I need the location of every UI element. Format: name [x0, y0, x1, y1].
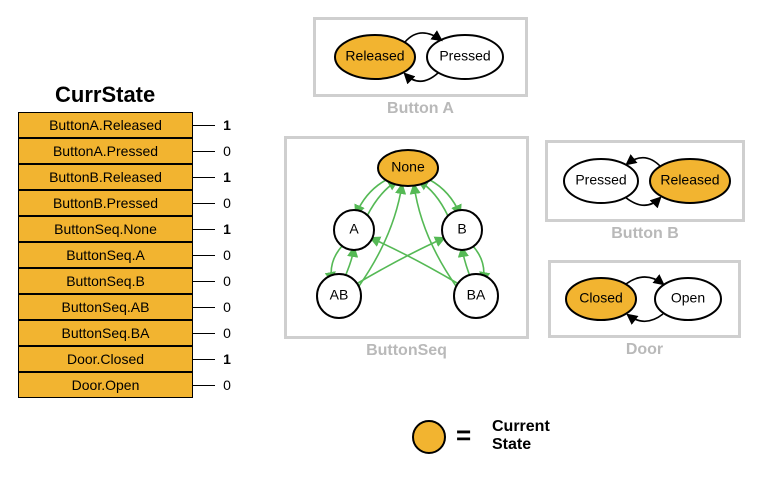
state-row: ButtonSeq.AB 0 [18, 294, 235, 320]
fsm-label-button-a: Button A [313, 100, 528, 118]
state-value: 1 [219, 169, 235, 185]
legend-line1: Current [492, 418, 550, 435]
state-value: 1 [219, 117, 235, 133]
legend-swatch [412, 420, 446, 454]
arrow-to-open [626, 277, 663, 284]
state-lead-line [193, 255, 215, 256]
legend-line2: State [492, 436, 531, 453]
state-lead-line [193, 281, 215, 282]
state-value: 0 [219, 299, 235, 315]
state-label: ButtonSeq.B [18, 268, 193, 294]
label-released: Released [345, 48, 404, 64]
arrow-to-closed [628, 314, 663, 321]
label-ba: BA [467, 287, 486, 303]
label-ab: AB [330, 287, 349, 303]
state-label: ButtonB.Pressed [18, 190, 193, 216]
state-row: ButtonSeq.B 0 [18, 268, 235, 294]
label-none: None [391, 159, 425, 175]
state-row: ButtonSeq.BA 0 [18, 320, 235, 346]
state-row: ButtonB.Released 1 [18, 164, 235, 190]
state-label: Door.Closed [18, 346, 193, 372]
state-value: 0 [219, 273, 235, 289]
label-pressed: Pressed [439, 48, 490, 64]
legend-equals: = [456, 420, 471, 451]
state-label: ButtonSeq.None [18, 216, 193, 242]
state-row: ButtonB.Pressed 0 [18, 190, 235, 216]
state-row: ButtonA.Released 1 [18, 112, 235, 138]
fsm-diagram-button-a: Released Pressed [313, 17, 528, 97]
label-b: B [457, 221, 466, 237]
state-table: ButtonA.Released1ButtonA.Pressed0ButtonB… [18, 112, 235, 398]
label-open: Open [671, 290, 705, 306]
fsm-label-door: Door [548, 341, 741, 359]
state-row: ButtonSeq.None 1 [18, 216, 235, 242]
state-value: 1 [219, 351, 235, 367]
state-label: ButtonA.Pressed [18, 138, 193, 164]
state-row: ButtonSeq.A 0 [18, 242, 235, 268]
state-lead-line [193, 229, 215, 230]
arrow-to-pressed [405, 33, 441, 42]
fsm-diagram-buttonseq: None A B AB BA [284, 136, 529, 339]
state-lead-line [193, 359, 215, 360]
fsm-label-buttonseq: ButtonSeq [284, 342, 529, 360]
arrow-to-released [405, 73, 438, 81]
label-pressed: Pressed [575, 172, 626, 188]
state-label: ButtonSeq.AB [18, 294, 193, 320]
state-label: ButtonB.Released [18, 164, 193, 190]
state-row: ButtonA.Pressed 0 [18, 138, 235, 164]
state-lead-line [193, 151, 215, 152]
edge-a-none [367, 181, 397, 216]
arrow-to-released [625, 197, 660, 205]
state-value: 0 [219, 247, 235, 263]
fsm-label-button-b: Button B [545, 225, 745, 243]
state-value: 0 [219, 325, 235, 341]
state-lead-line [193, 177, 215, 178]
fsm-diagram-door: Closed Open [548, 260, 741, 338]
label-a: A [349, 221, 359, 237]
legend-text: Current State [492, 418, 550, 453]
state-label: ButtonSeq.A [18, 242, 193, 268]
state-value: 0 [219, 143, 235, 159]
state-label: ButtonSeq.BA [18, 320, 193, 346]
state-label: Door.Open [18, 372, 193, 398]
state-lead-line [193, 125, 215, 126]
arrow-to-pressed [627, 158, 661, 167]
state-lead-line [193, 333, 215, 334]
state-value: 0 [219, 195, 235, 211]
state-row: Door.Closed 1 [18, 346, 235, 372]
table-title: CurrState [55, 82, 155, 108]
state-lead-line [193, 385, 215, 386]
state-value: 0 [219, 377, 235, 393]
state-lead-line [193, 307, 215, 308]
fsm-diagram-button-b: Pressed Released [545, 140, 745, 222]
state-label: ButtonA.Released [18, 112, 193, 138]
label-released: Released [660, 172, 719, 188]
state-row: Door.Open 0 [18, 372, 235, 398]
state-lead-line [193, 203, 215, 204]
state-value: 1 [219, 221, 235, 237]
label-closed: Closed [579, 290, 623, 306]
edge-b-none [419, 181, 448, 216]
